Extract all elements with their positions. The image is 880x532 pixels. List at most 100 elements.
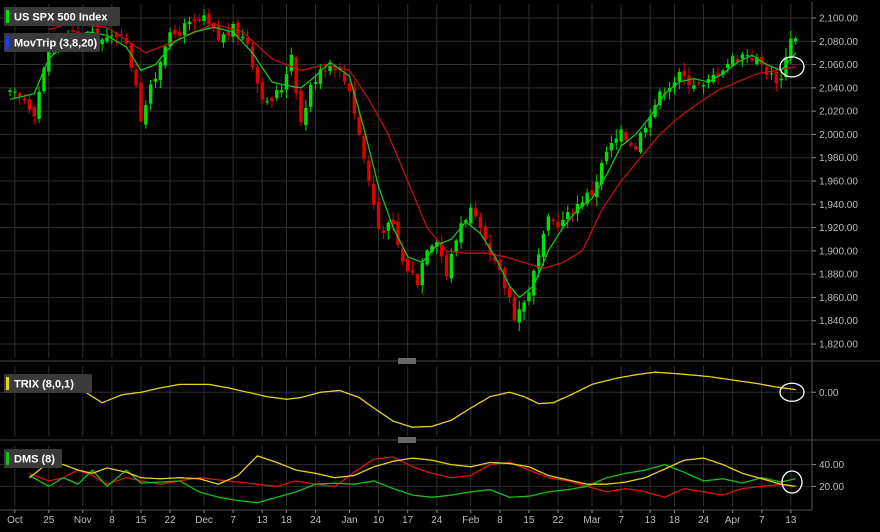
candle: [197, 14, 201, 23]
candle: [182, 18, 187, 44]
x-tick-label: Mar: [583, 515, 601, 526]
candle: [439, 234, 444, 263]
y-tick-label: 1,920.00: [819, 223, 858, 234]
legend-label: TRIX (8,0,1): [14, 379, 74, 391]
x-tick-label: 8: [109, 515, 115, 526]
legend-label: DMS (8): [14, 454, 55, 466]
panel-resize-handle[interactable]: [398, 437, 416, 443]
legend-dms[interactable]: DMS (8): [4, 449, 62, 468]
candle: [221, 31, 226, 48]
candle: [289, 47, 293, 76]
candle: [794, 36, 798, 45]
dms-minus-line: [29, 456, 796, 498]
candle: [609, 135, 614, 158]
candle: [153, 72, 158, 88]
panel-resize-handle[interactable]: [398, 358, 416, 364]
x-tick-label: 8: [497, 515, 503, 526]
candle: [478, 212, 483, 234]
legends: US SPX 500 Index MovTrip (3,8,20) TRIX (8,…: [4, 7, 120, 468]
candle: [638, 131, 643, 154]
candle: [158, 60, 163, 88]
candle: [309, 82, 313, 113]
candle: [633, 142, 638, 151]
y-tick-label: 2,080.00: [819, 37, 858, 48]
y-tick-label: 40.00: [819, 460, 844, 471]
y-tick-label: 1,840.00: [819, 316, 858, 327]
candle: [265, 97, 269, 106]
candle: [415, 272, 420, 288]
candle: [362, 133, 366, 164]
legend-trix[interactable]: TRIX (8,0,1): [4, 374, 92, 393]
y-tick-label: 2,000.00: [819, 130, 858, 141]
candle: [469, 203, 473, 227]
candle: [692, 78, 696, 92]
candle: [148, 80, 153, 111]
x-tick-label: 10: [373, 515, 385, 526]
x-tick-label: 18: [281, 515, 293, 526]
candle: [517, 300, 521, 332]
legend-movtrip[interactable]: MovTrip (3,8,20): [4, 33, 100, 52]
y-tick-label: 2,020.00: [819, 107, 858, 118]
y-tick-label: 2,060.00: [819, 60, 858, 71]
legend-swatch: [6, 36, 9, 49]
y-tick-label: 1,960.00: [819, 177, 858, 188]
candle: [410, 261, 415, 276]
x-tick-label: 24: [310, 515, 322, 526]
legend-swatch: [6, 452, 9, 465]
legend-swatch: [6, 377, 9, 390]
candle: [100, 37, 104, 52]
y-tick-label: 1,980.00: [819, 153, 858, 164]
candle: [604, 146, 609, 165]
y-tick-label: 20.00: [819, 482, 844, 493]
x-tick-label: 13: [257, 515, 269, 526]
y-tick-label: 1,900.00: [819, 246, 858, 257]
candle: [187, 16, 192, 31]
candle: [711, 67, 715, 85]
panel-dividers[interactable]: [0, 358, 880, 443]
candle: [590, 181, 594, 205]
dms-highlight-circle: [781, 470, 803, 494]
x-tick-label: 25: [43, 515, 55, 526]
x-tick-label: Jan: [341, 515, 357, 526]
y-tick-label: 2,100.00: [819, 13, 858, 24]
x-tick-label: 13: [785, 515, 797, 526]
x-tick-label: 13: [645, 515, 657, 526]
candle: [745, 49, 749, 64]
candle: [376, 195, 381, 231]
y-tick-label: 2,040.00: [819, 83, 858, 94]
x-tick-label: Nov: [74, 515, 92, 526]
candle: [342, 65, 347, 85]
x-tick-label: 24: [698, 515, 710, 526]
candle: [260, 77, 264, 105]
legend-swatch: [6, 10, 9, 23]
candle: [551, 216, 555, 226]
y-tick-label: 1,820.00: [819, 340, 858, 351]
candle: [270, 96, 274, 109]
candle: [614, 129, 618, 150]
candle: [299, 87, 303, 126]
candle: [503, 266, 507, 295]
candle: [367, 155, 371, 187]
candle: [779, 72, 783, 89]
candle: [32, 104, 36, 125]
chart-canvas: 1,820.00 1,840.00 1,860.00 1,880.00 1,900.00…: [0, 2, 880, 526]
y-tick-label: 1,940.00: [819, 200, 858, 211]
candle: [304, 99, 308, 131]
chart-stage: 1,820.00 1,840.00 1,860.00 1,880.00 1,900.00…: [0, 0, 880, 532]
x-tick-label: 7: [759, 515, 765, 526]
candle: [566, 205, 570, 229]
candle: [139, 76, 143, 123]
candle: [386, 220, 390, 240]
candle: [37, 86, 41, 123]
candle: [173, 24, 177, 39]
candle: [677, 68, 681, 90]
y-tick-label: 1,860.00: [819, 293, 858, 304]
dms-panel: [28, 455, 803, 504]
x-tick-label: 7: [618, 515, 624, 526]
x-tick-label: 18: [669, 515, 681, 526]
candle: [769, 66, 774, 80]
legend-us-spx-500-index[interactable]: US SPX 500 Index: [4, 7, 120, 26]
x-tick-label: 7: [230, 515, 236, 526]
price-panel: [8, 8, 805, 332]
candle: [701, 83, 706, 95]
